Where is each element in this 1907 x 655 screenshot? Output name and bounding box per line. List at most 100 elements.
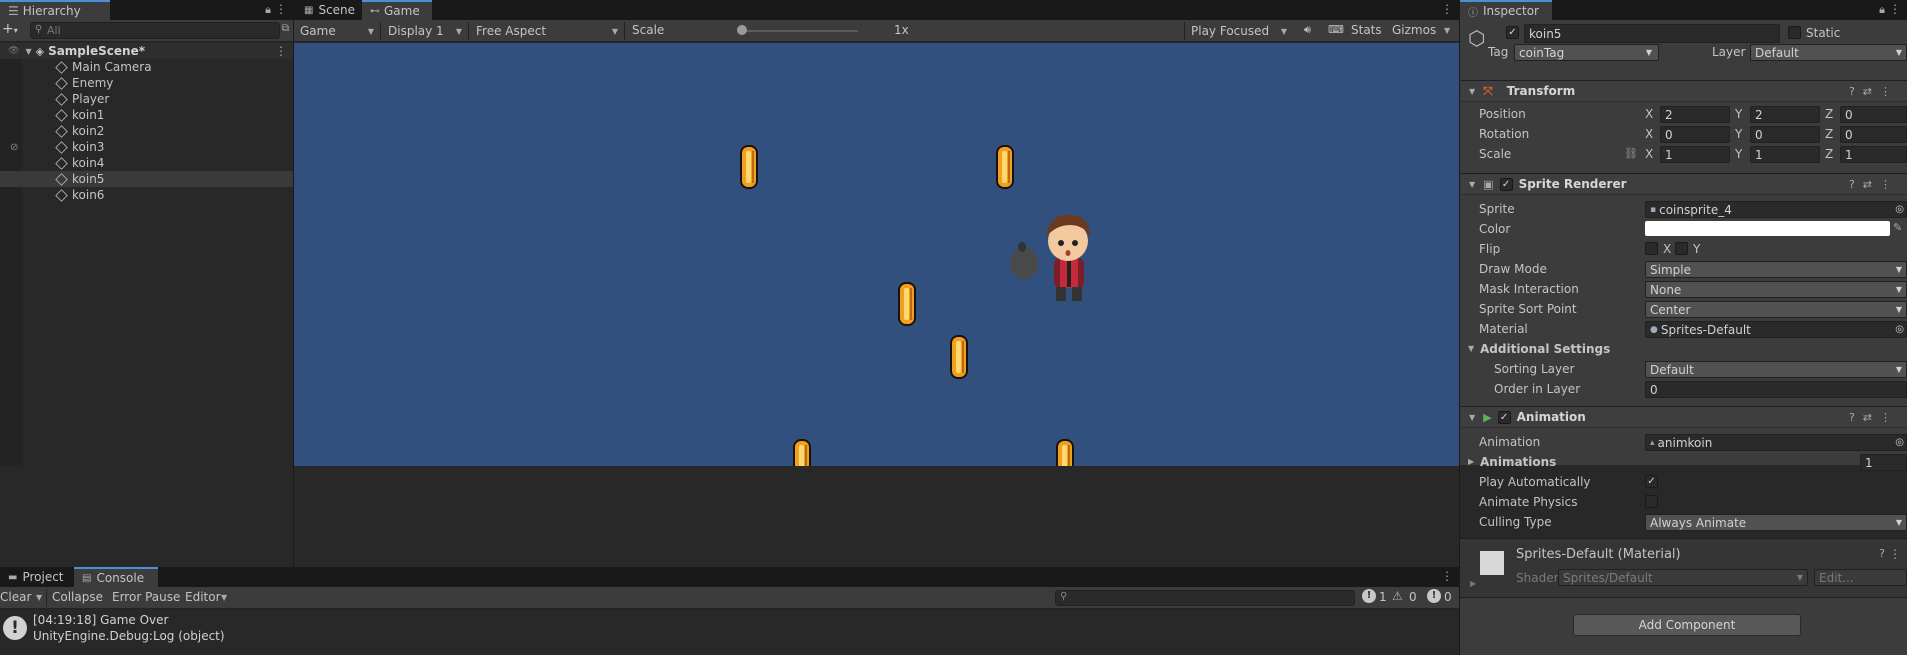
layer-dropdown[interactable]: Default ▼ [1750, 44, 1907, 61]
draw-mode-dropdown[interactable]: Simple ▼ [1645, 261, 1907, 278]
chevron-down-icon[interactable]: ▼ [221, 593, 227, 602]
component-actions[interactable]: ?⇄⋮ [1849, 178, 1899, 191]
hierarchy-search-input[interactable]: ⚲ All [30, 22, 280, 39]
lock-icon[interactable]: 🔒︎ [265, 3, 271, 17]
chevron-down-icon[interactable]: ▼ [1444, 26, 1450, 35]
list-item[interactable]: Player [0, 91, 293, 107]
flip-x-checkbox[interactable] [1645, 242, 1658, 255]
divider[interactable] [1459, 0, 1460, 655]
scale-slider-track[interactable] [738, 30, 858, 32]
color-swatch[interactable] [1645, 221, 1890, 236]
search-filter-icon[interactable]: ⧉ [282, 23, 289, 34]
kebab-menu-icon[interactable]: ⋮ [1889, 2, 1901, 16]
component-actions[interactable]: ?⇄⋮ [1849, 411, 1899, 424]
sprite-field[interactable]: ▪ coinsprite_4 ◎ [1645, 201, 1907, 218]
position-x-field[interactable]: 2 [1660, 106, 1730, 123]
sprite-sort-point-dropdown[interactable]: Center ▼ [1645, 301, 1907, 318]
lock-icon[interactable]: 🔒︎ [1879, 3, 1885, 17]
scene-menu-icon[interactable]: ⋮ [275, 44, 287, 58]
chevron-down-icon[interactable]: ▼ [36, 593, 42, 602]
view-dropdown[interactable]: Game ▼ [296, 22, 378, 40]
rotation-x-field[interactable]: 0 [1660, 126, 1730, 143]
static-checkbox[interactable] [1788, 26, 1801, 39]
object-picker-icon[interactable]: ◎ [1895, 324, 1904, 335]
tab-inspector[interactable]: ⓘ Inspector [1460, 0, 1552, 20]
tab-project[interactable]: ▬ Project [0, 567, 72, 587]
error-icon[interactable]: ! [1427, 589, 1441, 603]
additional-settings-foldout[interactable]: Additional Settings [1480, 342, 1610, 356]
help-icon[interactable]: ? [1879, 547, 1885, 560]
scale-slider-handle[interactable] [737, 25, 747, 35]
rotation-z-field[interactable]: 0 [1840, 126, 1907, 143]
animation-header[interactable]: ▼ ▶ ✓ Animation ?⇄⋮ [1461, 406, 1907, 428]
display-dropdown[interactable]: Display 1 ▼ [384, 22, 466, 40]
list-item-selected[interactable]: koin5 [0, 171, 293, 187]
sprite-renderer-header[interactable]: ▼ ▣ ✓ Sprite Renderer ?⇄⋮ [1461, 173, 1907, 195]
console-log-entry[interactable]: ! [04:19:18] Game Over UnityEngine.Debug… [0, 610, 1459, 650]
tab-hierarchy[interactable]: ☰ Hierarchy [0, 0, 110, 20]
shader-edit-button[interactable]: Edit... [1814, 569, 1907, 586]
material-field[interactable]: ● Sprites-Default ◎ [1645, 321, 1907, 338]
position-y-field[interactable]: 2 [1750, 106, 1820, 123]
console-search-input[interactable]: ⚲ [1055, 590, 1355, 606]
order-in-layer-field[interactable]: 0 [1645, 381, 1907, 398]
shader-dropdown[interactable]: Sprites/Default ▼ [1558, 569, 1808, 586]
scale-x-field[interactable]: 1 [1660, 146, 1730, 163]
scale-z-field[interactable]: 1 [1840, 146, 1907, 163]
animate-physics-checkbox[interactable] [1645, 495, 1658, 508]
animation-enabled-checkbox[interactable]: ✓ [1497, 410, 1511, 424]
scale-y-field[interactable]: 1 [1750, 146, 1820, 163]
kebab-menu-icon[interactable]: ⋮ [1441, 2, 1453, 16]
animations-foldout[interactable]: Animations [1480, 455, 1556, 469]
divider[interactable] [293, 0, 294, 567]
animation-field[interactable]: ▴ animkoin ◎ [1645, 434, 1907, 451]
play-mode-dropdown[interactable]: Play Focused ▼ [1187, 22, 1291, 40]
sorting-layer-dropdown[interactable]: Default ▼ [1645, 361, 1907, 378]
mask-interaction-dropdown[interactable]: None ▼ [1645, 281, 1907, 298]
kebab-menu-icon[interactable]: ⋮ [275, 2, 287, 16]
list-item[interactable]: koin6 [0, 187, 293, 203]
list-item[interactable]: Enemy [0, 75, 293, 91]
list-item[interactable]: koin2 [0, 123, 293, 139]
add-component-button[interactable]: Add Component [1573, 614, 1801, 636]
hidden-eye-icon[interactable]: ⊘ [10, 142, 18, 153]
list-item[interactable]: Main Camera [0, 59, 293, 75]
link-icon[interactable]: ⛓ [1624, 147, 1638, 160]
kebab-menu-icon[interactable]: ⋮ [1441, 569, 1453, 583]
add-icon[interactable]: +▾ [2, 21, 18, 37]
object-name-field[interactable]: koin5 [1524, 24, 1780, 43]
rotation-y-field[interactable]: 0 [1750, 126, 1820, 143]
warning-icon[interactable]: ⚠ [1392, 589, 1403, 603]
clear-button[interactable]: Clear [0, 590, 31, 604]
component-actions[interactable]: ?⇄⋮ [1849, 85, 1899, 98]
list-item[interactable]: koin4 [0, 155, 293, 171]
kebab-menu-icon[interactable]: ⋮ [1889, 547, 1901, 561]
play-automatically-checkbox[interactable]: ✓ [1645, 475, 1658, 488]
editor-dropdown[interactable]: Editor [185, 590, 221, 604]
chevron-down-icon[interactable]: ▼ [25, 47, 31, 56]
culling-type-dropdown[interactable]: Always Animate ▼ [1645, 514, 1907, 531]
tab-game[interactable]: ⊷ Game [362, 0, 432, 20]
animations-count-field[interactable]: 1 [1860, 454, 1907, 471]
list-item[interactable]: ⊘ koin3 [0, 139, 293, 155]
scene-row[interactable]: 👁︎ ▼ ◈ SampleScene* ⋮ [0, 43, 293, 59]
position-z-field[interactable]: 0 [1840, 106, 1907, 123]
chevron-down-icon[interactable]: ▼ [1468, 344, 1474, 353]
active-checkbox[interactable]: ✓ [1506, 26, 1519, 39]
chevron-right-icon[interactable]: ▶ [1470, 579, 1476, 588]
tag-dropdown[interactable]: coinTag ▼ [1514, 44, 1659, 61]
keyboard-icon[interactable]: ⌨ [1328, 23, 1344, 36]
audio-icon[interactable]: 🔊︎ [1304, 23, 1311, 37]
object-picker-icon[interactable]: ◎ [1895, 204, 1904, 215]
gizmos-button[interactable]: Gizmos [1392, 23, 1436, 37]
stats-button[interactable]: Stats [1351, 23, 1382, 37]
object-picker-icon[interactable]: ◎ [1895, 437, 1904, 448]
transform-header[interactable]: ▼ ⤧ Transform ?⇄⋮ [1461, 80, 1907, 102]
chevron-right-icon[interactable]: ▶ [1468, 457, 1474, 466]
eyedropper-icon[interactable]: ✎ [1893, 221, 1902, 234]
error-pause-button[interactable]: Error Pause [112, 590, 180, 604]
tab-console[interactable]: ▤ Console [74, 567, 158, 587]
aspect-dropdown[interactable]: Free Aspect ▼ [472, 22, 622, 40]
sprite-renderer-enabled-checkbox[interactable]: ✓ [1499, 177, 1513, 191]
list-item[interactable]: koin1 [0, 107, 293, 123]
